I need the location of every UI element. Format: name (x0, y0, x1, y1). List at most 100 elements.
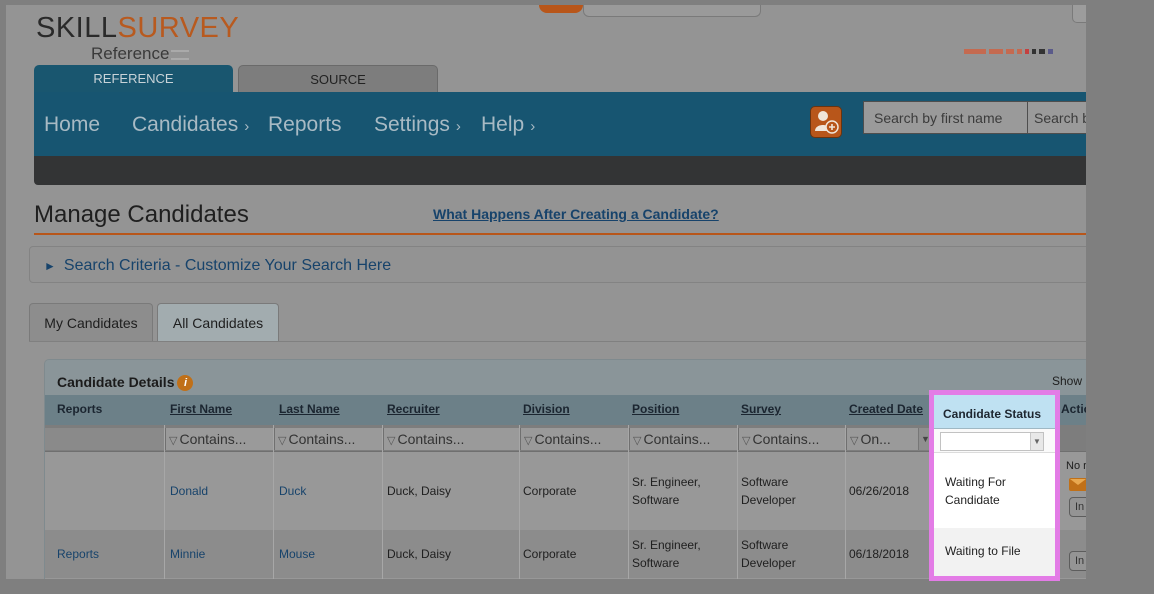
search-criteria-toggle[interactable]: ► Search Criteria - Customize Your Search… (29, 246, 1086, 283)
cell-last-name[interactable]: Mouse (279, 545, 315, 563)
status-line-2: Candidate (945, 493, 1000, 507)
col-header-recruiter[interactable]: Recruiter (387, 402, 440, 416)
col-header-last-name[interactable]: Last Name (279, 402, 340, 416)
col-divider (845, 425, 846, 579)
skillsurvey-logo[interactable]: SKILLSURVEY Reference (36, 12, 256, 66)
cell-first-name[interactable]: Donald (170, 482, 208, 500)
nav-reports[interactable]: Reports (268, 113, 342, 137)
col-header-position[interactable]: Position (632, 402, 679, 416)
filter-first-name-text: Contains... (179, 431, 247, 447)
chevron-right-icon: › (244, 118, 250, 135)
cell-position-line-2: Software (632, 556, 680, 570)
page-title: Manage Candidates (34, 201, 249, 228)
col-header-reports: Reports (57, 402, 103, 416)
filter-recruiter[interactable]: ▽ Contains... (383, 428, 519, 450)
add-candidate-button[interactable] (810, 106, 842, 138)
cell-position: Sr. Engineer, Software (632, 473, 701, 509)
filter-created-date[interactable]: ▽ On... (846, 428, 918, 450)
details-title-text: Candidate Details (57, 374, 175, 390)
sub-nav-bar (34, 156, 1086, 185)
filter-last-name-text: Contains... (288, 431, 356, 447)
criteria-text: Search Criteria - Customize Your Search … (63, 257, 392, 274)
filter-survey[interactable]: ▽ Contains... (738, 428, 845, 450)
nav-candidates[interactable]: Candidates › (132, 113, 249, 137)
logo-bars-icon (171, 49, 190, 60)
cell-recruiter: Duck, Daisy (387, 484, 452, 498)
filter-division-text: Contains... (534, 431, 602, 447)
cell-position-line-1: Sr. Engineer, (632, 538, 701, 552)
chevron-down-icon[interactable]: ▼ (1030, 433, 1043, 450)
details-title: Candidate Details i (57, 374, 194, 391)
col-header-survey[interactable]: Survey (741, 402, 781, 416)
title-divider (34, 233, 1086, 235)
logo-brand-survey: SURVEY (117, 12, 240, 44)
funnel-icon: ▽ (278, 435, 287, 447)
filter-last-name[interactable]: ▽ Contains... (274, 428, 382, 450)
help-link-after-creating[interactable]: What Happens After Creating a Candidate? (433, 206, 719, 222)
search-criteria-label: ► Search Criteria - Customize Your Search… (44, 257, 391, 275)
logo-brand-skill: SKILL (36, 12, 118, 44)
screenshot-backdrop: SKILLSURVEY Reference REFERENCE SOURCE H… (0, 0, 1154, 594)
filter-reports (45, 428, 165, 450)
expand-arrow-icon: ► (44, 259, 56, 273)
nav-candidates-label: Candidates (132, 113, 239, 136)
show-count-label: Show (1052, 374, 1083, 388)
filter-created-date-text: On... (860, 431, 891, 447)
nav-reports-label: Reports (268, 113, 342, 136)
nav-home[interactable]: Home (44, 113, 100, 137)
cell-candidate-status: Waiting to File (934, 528, 1055, 576)
cell-candidate-status: Waiting For Candidate (934, 453, 1055, 528)
chevron-right-icon: › (455, 118, 461, 135)
cell-position: Sr. Engineer, Software (632, 536, 701, 572)
cell-last-name[interactable]: Duck (279, 482, 306, 500)
filter-first-name[interactable]: ▽ Contains... (165, 428, 273, 450)
funnel-icon: ▽ (850, 435, 859, 447)
cell-reports-link[interactable]: Reports (57, 545, 99, 563)
cell-survey: Software Developer (741, 536, 796, 572)
filter-division[interactable]: ▽ Contains... (520, 428, 628, 450)
redacted-user-name (964, 41, 1056, 54)
nav-settings[interactable]: Settings › (374, 113, 461, 137)
col-header-first-name[interactable]: First Name (170, 402, 232, 416)
in-progress-button[interactable]: In P (1069, 497, 1086, 517)
cell-first-name[interactable]: Minnie (170, 545, 205, 563)
cell-position-line-1: Sr. Engineer, (632, 475, 701, 489)
col-divider (519, 425, 520, 579)
col-header-division[interactable]: Division (523, 402, 570, 416)
nav-help[interactable]: Help › (481, 113, 535, 137)
nav-home-label: Home (44, 113, 101, 136)
col-header-candidate-status[interactable]: Candidate Status (934, 395, 1055, 429)
col-header-created-date[interactable]: Created Date (849, 402, 923, 416)
product-tab-reference[interactable]: REFERENCE (34, 65, 233, 93)
cell-survey-line-2: Developer (741, 556, 796, 570)
funnel-icon: ▽ (742, 435, 751, 447)
mail-icon[interactable] (1069, 478, 1086, 491)
status-line-1: Waiting For (945, 475, 1006, 489)
app-window: SKILLSURVEY Reference REFERENCE SOURCE H… (6, 5, 1086, 579)
cell-survey-line-1: Software (741, 475, 789, 489)
tab-all-candidates[interactable]: All Candidates (157, 303, 279, 342)
product-tab-source[interactable]: SOURCE (238, 65, 438, 93)
candidate-status-select[interactable] (940, 432, 1044, 451)
cell-survey-line-1: Software (741, 538, 789, 552)
cell-created-date: 06/26/2018 (849, 484, 910, 498)
action-note: No re (1066, 460, 1086, 472)
info-icon[interactable]: i (177, 375, 194, 391)
funnel-icon: ▽ (387, 435, 396, 447)
col-divider (737, 425, 738, 579)
add-user-icon (815, 111, 839, 134)
in-progress-button[interactable]: In P (1069, 551, 1086, 571)
search-first-name-input[interactable] (863, 101, 1028, 134)
filter-position[interactable]: ▽ Contains... (629, 428, 737, 450)
filter-recruiter-text: Contains... (397, 431, 465, 447)
cell-survey: Software Developer (741, 473, 796, 509)
top-tab-accent (539, 5, 583, 13)
cell-position-line-2: Software (632, 493, 680, 507)
search-last-name-input[interactable] (1027, 101, 1086, 134)
filter-position-text: Contains... (643, 431, 711, 447)
logo-product: Reference (91, 44, 190, 64)
filter-candidate-status[interactable]: ▼ (934, 429, 1055, 453)
top-right-button[interactable] (1072, 5, 1086, 23)
filter-survey-text: Contains... (752, 431, 820, 447)
tab-my-candidates[interactable]: My Candidates (29, 303, 153, 341)
